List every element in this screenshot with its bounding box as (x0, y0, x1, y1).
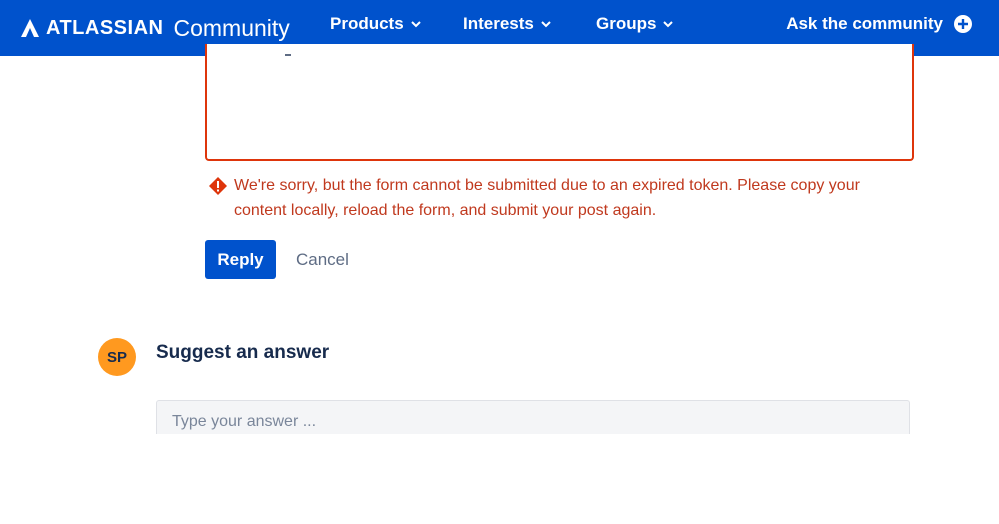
brand-name: ATLASSIAN (46, 16, 164, 39)
reply-editor[interactable] (205, 44, 914, 161)
ask-the-community-label: Ask the community (786, 14, 943, 33)
answer-input[interactable]: Type your answer ... (156, 400, 910, 434)
atlassian-community-logo[interactable]: ATLASSIAN Community (20, 12, 290, 44)
nav-products[interactable]: Products (330, 14, 422, 34)
suggest-answer-heading: Suggest an answer (156, 342, 330, 363)
brand-suffix: Community (173, 14, 290, 41)
chevron-down-icon (662, 18, 674, 30)
plus-circle-icon (953, 14, 973, 34)
atlassian-logo-icon (20, 18, 40, 38)
cancel-button[interactable]: Cancel (290, 240, 355, 279)
reply-button[interactable]: Reply (205, 240, 276, 279)
nav-groups-label: Groups (596, 14, 657, 33)
chevron-down-icon (410, 18, 422, 30)
nav-groups[interactable]: Groups (596, 14, 674, 34)
ask-the-community-button[interactable]: Ask the community (786, 14, 973, 34)
form-error-message: We're sorry, but the form cannot be subm… (208, 173, 908, 223)
nav-interests-label: Interests (463, 14, 534, 33)
avatar: SP (98, 338, 136, 376)
nav-interests[interactable]: Interests (463, 14, 552, 34)
editor-text-fragment (285, 54, 291, 56)
chevron-down-icon (540, 18, 552, 30)
warning-icon (208, 176, 228, 223)
nav-products-label: Products (330, 14, 404, 33)
error-text: We're sorry, but the form cannot be subm… (234, 177, 860, 219)
